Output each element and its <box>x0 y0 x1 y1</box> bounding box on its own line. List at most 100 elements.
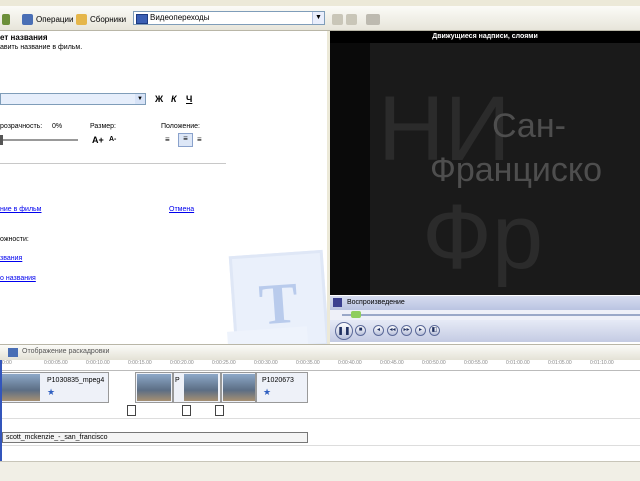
playhead[interactable] <box>0 360 2 461</box>
timeline-clip[interactable] <box>221 372 256 403</box>
operations-label: Операции <box>36 14 74 24</box>
ruler-tick-label: 0:00:45.00 <box>380 360 404 366</box>
ruler-tick-label: 0:00:55.00 <box>464 360 488 366</box>
pause-icon[interactable]: ❚❚ <box>335 322 353 340</box>
preview-video: НИ Фр Сан- Франциско <box>330 43 640 295</box>
audio-clip-name: scott_mckenzie_-_san_francisco <box>6 434 108 441</box>
storyboard-icon[interactable] <box>8 348 18 357</box>
position-label: Положение: <box>161 123 200 130</box>
preview-title: Движущиеся надписи, слоями <box>330 31 640 43</box>
seek-track[interactable] <box>342 314 640 316</box>
title-task-pane: T ет названия авить название в фильм. ▼ … <box>0 31 327 344</box>
fast-forward-icon[interactable]: ▸▸ <box>401 325 412 336</box>
title-overlay-track <box>0 445 640 462</box>
folder-up-icon <box>332 13 343 25</box>
overlay-text-line2: Франциско <box>430 151 603 189</box>
ruler-tick-label: 0:00:20.00 <box>170 360 194 366</box>
option-link-text[interactable]: о названия <box>0 275 36 282</box>
italic-button[interactable]: К <box>171 94 177 104</box>
timeline-clip[interactable]: P <box>173 372 221 403</box>
transition-track <box>0 404 640 418</box>
add-to-movie-link[interactable]: ние в фильм <box>0 206 42 213</box>
view-options-icon <box>366 13 380 25</box>
timeline-scrollbar[interactable] <box>0 461 640 481</box>
audio-clip[interactable]: scott_mckenzie_-_san_francisco <box>2 432 308 443</box>
playback-controls: ❚❚ ■ ◂ ◂◂ ▸▸ ▸ ◧ <box>330 320 640 342</box>
decrease-size-icon[interactable]: A- <box>109 136 116 143</box>
timeline-clip[interactable]: P1020673 ★ <box>256 372 308 403</box>
collection-dropdown[interactable]: Видеопереходы ▼ <box>133 11 325 25</box>
ruler-tick-label: 0:01:00.00 <box>506 360 530 366</box>
rewind-icon[interactable]: ◂◂ <box>387 325 398 336</box>
increase-size-icon[interactable]: A+ <box>92 135 104 145</box>
play-state-icon <box>333 298 342 307</box>
transparency-slider[interactable] <box>0 139 78 141</box>
seek-bar[interactable] <box>330 310 640 320</box>
star-icon: ★ <box>47 387 56 397</box>
pane-subheading: авить название в фильм. <box>0 44 83 51</box>
cancel-link[interactable]: Отмена <box>169 206 194 213</box>
overlay-text-line1: Сан- <box>492 107 566 145</box>
bold-button[interactable]: Ж <box>155 94 163 104</box>
collections-button[interactable]: Сборники <box>76 12 126 26</box>
ruler-tick-label: 0:00:30.00 <box>254 360 278 366</box>
collection-dropdown-value: Видеопереходы <box>150 13 210 22</box>
ruler-tick-label: 0:00:40.00 <box>338 360 362 366</box>
toolbar-back-button[interactable] <box>2 12 10 26</box>
audio-track: scott_mckenzie_-_san_francisco <box>0 430 640 445</box>
ruler-tick-label: 0:00:25.00 <box>212 360 236 366</box>
chevron-down-icon[interactable]: ▼ <box>135 94 145 104</box>
align-right-icon[interactable]: ≡ <box>197 135 202 144</box>
transition-slot[interactable] <box>182 405 191 416</box>
storyboard-toggle-link[interactable]: Отображение раскадровки <box>22 348 109 355</box>
next-frame-icon[interactable]: ▸ <box>415 325 426 336</box>
clip-name: P1020673 <box>262 377 294 384</box>
divider <box>0 163 226 164</box>
ruler-tick-label: 0:01:05.00 <box>548 360 572 366</box>
clip-thumbnail <box>2 374 40 401</box>
seek-thumb[interactable] <box>350 311 361 318</box>
collections-label: Сборники <box>90 14 127 24</box>
clip-thumbnail <box>184 374 218 401</box>
ruler-tick-label: 0:00:35.00 <box>296 360 320 366</box>
timeline-ruler[interactable]: 0:00 0:00:05.00 0:00:10.00 0:00:15.00 0:00:2… <box>0 360 640 371</box>
split-icon[interactable]: ◧ <box>429 325 440 336</box>
timeline-clip[interactable]: P1030835_mpeg4 ★ <box>0 372 109 403</box>
chevron-down-icon[interactable]: ▼ <box>312 12 324 24</box>
underline-button[interactable]: Ч <box>186 94 192 104</box>
video-track: P1030835_mpeg4 ★ P P1020673 ★ <box>0 371 640 404</box>
font-select[interactable]: ▼ <box>0 93 146 105</box>
align-center-icon[interactable]: ≡ <box>178 133 193 147</box>
operations-button[interactable]: Операции <box>22 12 73 26</box>
transparency-slider-thumb[interactable] <box>0 135 3 145</box>
clip-thumbnail <box>223 374 255 401</box>
playback-status-bar: Воспроизведение <box>330 296 640 310</box>
star-icon: ★ <box>263 387 272 397</box>
ruler-tick-label: 0:00:15.00 <box>128 360 152 366</box>
ruler-tick-label: 0:01:10.00 <box>590 360 614 366</box>
arrow-icon <box>2 13 10 25</box>
transition-slot[interactable] <box>127 405 136 416</box>
ruler-tick-label: 0:00:50.00 <box>422 360 446 366</box>
up-folder-button[interactable] <box>332 12 357 26</box>
operations-icon <box>22 13 33 25</box>
option-link-animation[interactable]: звания <box>0 255 22 262</box>
view-button[interactable] <box>366 12 380 26</box>
timeline-clip[interactable] <box>135 372 173 403</box>
more-options-label: ожности: <box>0 236 29 243</box>
video-transitions-icon <box>136 14 148 24</box>
storyboard-header: Отображение раскадровки <box>0 344 640 360</box>
new-folder-icon <box>346 13 357 25</box>
playback-status: Воспроизведение <box>347 299 405 306</box>
previous-frame-icon[interactable]: ◂ <box>373 325 384 336</box>
clip-thumbnail <box>137 374 171 401</box>
stop-icon[interactable]: ■ <box>355 325 366 336</box>
ruler-tick-label: 0:00:05.00 <box>44 360 68 366</box>
size-label: Размер: <box>90 123 117 130</box>
transition-slot[interactable] <box>215 405 224 416</box>
transparency-value: 0% <box>52 123 63 130</box>
align-left-icon[interactable]: ≡ <box>165 135 170 144</box>
clip-name: P1030835_mpeg4 <box>47 377 105 384</box>
clip-name: P <box>175 377 180 384</box>
transparency-label: розрачность: <box>0 123 43 130</box>
